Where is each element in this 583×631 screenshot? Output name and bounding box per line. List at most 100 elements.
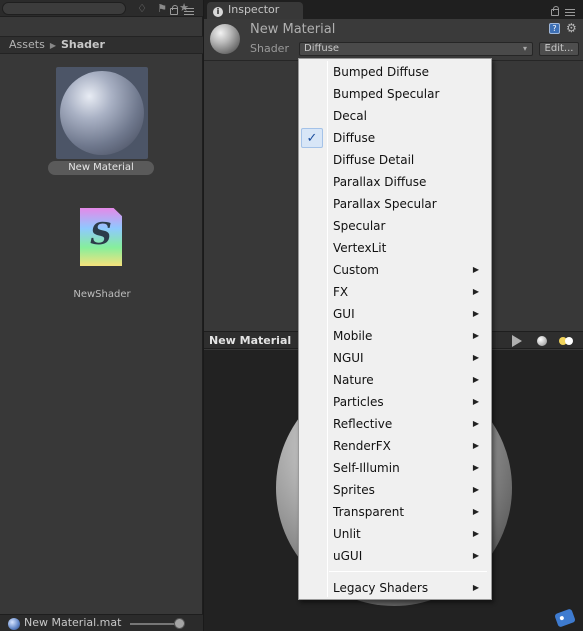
menu-item-label: FX	[333, 285, 349, 299]
menu-item-reflective[interactable]: Reflective ▶	[301, 413, 489, 435]
submenu-arrow-icon: ▶	[472, 353, 479, 362]
shader-popup-menu: ✓ Bumped Diffuse Bumped Specular Decal Diff…	[298, 58, 492, 600]
submenu-arrow-icon: ▶	[472, 331, 479, 340]
menu-item-label: Particles	[333, 395, 384, 409]
breadcrumb-assets[interactable]: Assets	[9, 38, 45, 51]
submenu-arrow-icon: ▶	[472, 529, 479, 538]
material-header: New Material ? ⚙ Shader Diffuse ▾ Edit..…	[204, 19, 583, 61]
menu-item-custom[interactable]: Custom ▶	[301, 259, 489, 281]
menu-item-self-illumin[interactable]: Self-Illumin ▶	[301, 457, 489, 479]
shader-dropdown-value: Diffuse	[304, 43, 340, 54]
menu-item-label: RenderFX	[333, 439, 391, 453]
submenu-arrow-icon: ▶	[472, 441, 479, 450]
inspector-menu-icon[interactable]	[565, 9, 575, 16]
menu-item-fx[interactable]: FX ▶	[301, 281, 489, 303]
project-lock-icon[interactable]	[170, 5, 178, 15]
menu-item-label: Bumped Diffuse	[333, 65, 430, 79]
menu-item-label: Reflective	[333, 417, 393, 431]
breadcrumb-shader[interactable]: Shader	[61, 38, 105, 51]
preview-title: New Material	[209, 334, 292, 347]
menu-item-label: Bumped Specular	[333, 87, 440, 101]
menu-item-label: Self-Illumin	[333, 461, 400, 475]
shader-label: Shader	[250, 42, 289, 55]
asset-new-shader[interactable]: S NewShader	[62, 205, 142, 305]
asset-label: NewShader	[73, 289, 131, 300]
menu-item-label: VertexLit	[333, 241, 387, 255]
menu-item-label: GUI	[333, 307, 355, 321]
inspector-tabbar: i Inspector	[204, 0, 583, 19]
edit-shader-button[interactable]: Edit...	[539, 42, 579, 56]
asset-label-tag-icon[interactable]	[554, 608, 576, 628]
submenu-arrow-icon: ▶	[472, 287, 479, 296]
material-file-icon	[8, 618, 20, 630]
filter-by-label-icon[interactable]: ⚑	[154, 2, 170, 15]
menu-item-legacy-shaders[interactable]: Legacy Shaders ▶	[301, 577, 489, 599]
preview-lights-icon[interactable]	[559, 337, 575, 345]
menu-item-specular[interactable]: Specular	[301, 215, 489, 237]
project-search-input[interactable]	[2, 2, 126, 15]
menu-item-renderfx[interactable]: RenderFX ▶	[301, 435, 489, 457]
help-book-icon[interactable]: ?	[549, 23, 560, 34]
submenu-arrow-icon: ▶	[472, 419, 479, 428]
filter-by-type-icon[interactable]: ♢	[134, 2, 150, 15]
submenu-arrow-icon: ▶	[472, 551, 479, 560]
menu-item-label: Decal	[333, 109, 367, 123]
material-preview-icon	[210, 24, 240, 54]
play-icon[interactable]	[512, 335, 522, 347]
menu-item-transparent[interactable]: Transparent ▶	[301, 501, 489, 523]
menu-item-vertexlit[interactable]: VertexLit	[301, 237, 489, 259]
menu-item-diffuse[interactable]: Diffuse	[301, 127, 489, 149]
project-footer: New Material.mat	[0, 614, 203, 631]
info-icon: i	[213, 7, 223, 17]
menu-item-gui[interactable]: GUI ▶	[301, 303, 489, 325]
material-sphere-icon	[60, 71, 144, 155]
material-thumbnail	[56, 67, 148, 159]
breadcrumb-separator-icon: ▶	[49, 41, 56, 50]
submenu-arrow-icon: ▶	[472, 507, 479, 516]
submenu-arrow-icon: ▶	[472, 375, 479, 384]
menu-item-bumped-specular[interactable]: Bumped Specular	[301, 83, 489, 105]
menu-item-nature[interactable]: Nature ▶	[301, 369, 489, 391]
project-panel: ♢ ⚑ ★ Assets ▶ Shader New Material S NewSh…	[0, 0, 203, 631]
submenu-arrow-icon: ▶	[472, 265, 479, 274]
menu-item-unlit[interactable]: Unlit ▶	[301, 523, 489, 545]
icon-size-slider-track[interactable]	[130, 623, 180, 625]
menu-item-diffuse-detail[interactable]: Diffuse Detail	[301, 149, 489, 171]
menu-item-ugui[interactable]: uGUI ▶	[301, 545, 489, 567]
material-name: New Material	[250, 22, 336, 37]
menu-item-mobile[interactable]: Mobile ▶	[301, 325, 489, 347]
menu-item-label: Legacy Shaders	[333, 581, 429, 595]
shader-glyph: S	[90, 217, 112, 252]
asset-new-material[interactable]: New Material	[48, 65, 154, 177]
menu-item-label: Diffuse Detail	[333, 153, 415, 167]
menu-item-label: Transparent	[333, 505, 405, 519]
menu-item-label: Parallax Diffuse	[333, 175, 427, 189]
tab-inspector-label: Inspector	[228, 3, 280, 16]
menu-item-sprites[interactable]: Sprites ▶	[301, 479, 489, 501]
menu-item-label: Nature	[333, 373, 374, 387]
menu-item-ngui[interactable]: NGUI ▶	[301, 347, 489, 369]
menu-separator	[329, 571, 487, 572]
project-menu-icon[interactable]	[184, 8, 194, 15]
selected-file-name: New Material.mat	[24, 616, 122, 629]
menu-item-parallax-specular[interactable]: Parallax Specular	[301, 193, 489, 215]
menu-item-decal[interactable]: Decal	[301, 105, 489, 127]
gear-icon[interactable]: ⚙	[566, 21, 577, 35]
submenu-arrow-icon: ▶	[472, 463, 479, 472]
menu-item-label: Sprites	[333, 483, 375, 497]
menu-item-label: Custom	[333, 263, 379, 277]
preview-mesh-sphere-icon[interactable]	[537, 336, 547, 346]
menu-item-parallax-diffuse[interactable]: Parallax Diffuse	[301, 171, 489, 193]
menu-item-label: Diffuse	[333, 131, 376, 145]
tab-inspector[interactable]: i Inspector	[207, 2, 303, 19]
breadcrumb: Assets ▶ Shader	[0, 36, 203, 54]
menu-item-label: uGUI	[333, 549, 363, 563]
menu-item-label: Parallax Specular	[333, 197, 437, 211]
inspector-lock-icon[interactable]	[551, 6, 559, 16]
menu-item-particles[interactable]: Particles ▶	[301, 391, 489, 413]
menu-item-bumped-diffuse[interactable]: Bumped Diffuse	[301, 61, 489, 83]
submenu-arrow-icon: ▶	[472, 397, 479, 406]
shader-dropdown[interactable]: Diffuse ▾	[299, 42, 533, 56]
asset-label: New Material	[48, 161, 154, 175]
icon-size-slider-handle[interactable]	[174, 618, 185, 629]
